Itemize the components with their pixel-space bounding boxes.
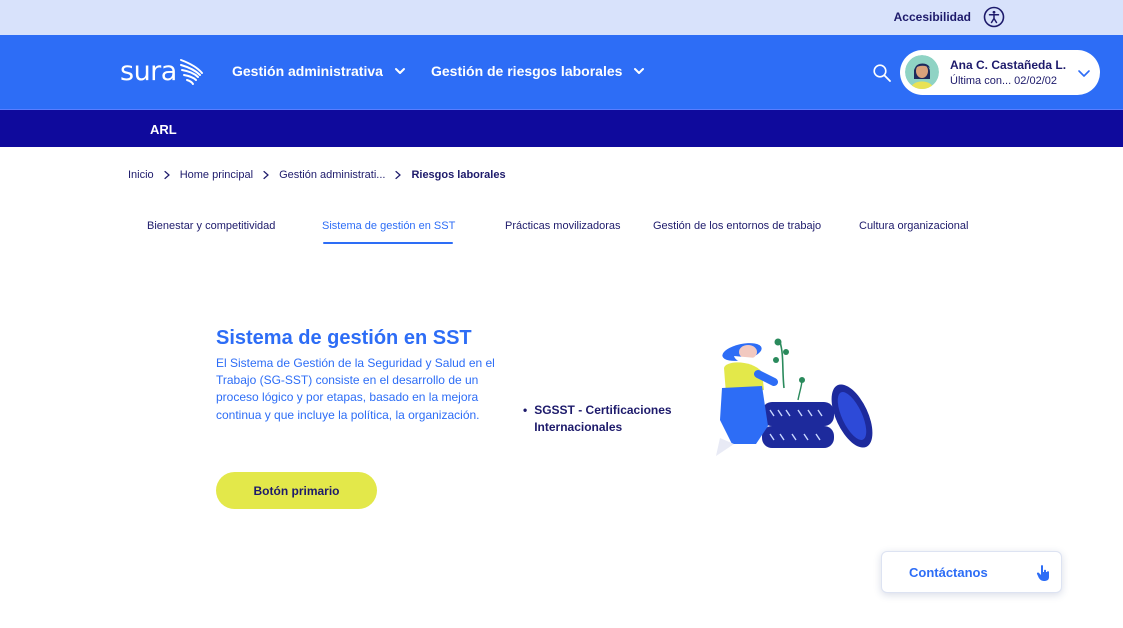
- sub-header: ARL: [0, 109, 1123, 147]
- chevron-right-icon: [263, 170, 269, 180]
- breadcrumb: Inicio Home principal Gestión administra…: [128, 169, 506, 181]
- tab-entornos[interactable]: Gestión de los entornos de trabajo: [653, 220, 821, 232]
- gardener-illustration: [716, 338, 873, 456]
- last-connection: Última con... 02/02/02: [950, 75, 1058, 87]
- list-item[interactable]: • SGSST - Certificaciones Internacionale…: [523, 402, 693, 436]
- nav-label: Gestión administrativa: [232, 63, 383, 79]
- user-menu[interactable]: Ana C. Castañeda L. Última con... 02/02/…: [900, 50, 1100, 95]
- tab-cultura[interactable]: Cultura organizacional: [859, 220, 968, 232]
- chevron-down-icon: [394, 68, 405, 74]
- active-tab-indicator: [323, 242, 453, 244]
- nav-label: Gestión de riesgos laborales: [431, 63, 623, 79]
- tab-bienestar[interactable]: Bienestar y competitividad: [147, 220, 275, 232]
- bullet-dot: •: [523, 403, 528, 417]
- section-title: Sistema de gestión en SST: [216, 327, 472, 349]
- breadcrumb-item[interactable]: Home principal: [180, 169, 253, 181]
- breadcrumb-current: Riesgos laborales: [411, 169, 506, 181]
- nav-gestion-administrativa[interactable]: Gestión administrativa: [232, 63, 407, 79]
- chevron-down-icon: [1078, 70, 1090, 77]
- contact-button[interactable]: Contáctanos: [881, 551, 1062, 593]
- avatar: [905, 55, 939, 89]
- logo-wing-icon: [179, 58, 203, 85]
- logo-text: sura: [120, 56, 177, 87]
- nav-gestion-riesgos[interactable]: Gestión de riesgos laborales: [431, 63, 646, 79]
- chevron-right-icon: [395, 170, 402, 180]
- tab-practicas[interactable]: Prácticas movilizadoras: [505, 220, 621, 232]
- accessibility-label: Accesibilidad: [893, 10, 971, 24]
- main-header: sura Gestión administrativa Gestión de r…: [0, 35, 1123, 109]
- contact-label: Contáctanos: [909, 565, 988, 580]
- search-icon[interactable]: [872, 63, 892, 83]
- list-item-label: SGSST - Certificaciones Internacionales: [534, 403, 672, 434]
- section-description: El Sistema de Gestión de la Seguridad y …: [216, 356, 495, 422]
- primary-button[interactable]: Botón primario: [216, 472, 377, 509]
- user-name: Ana C. Castañeda L.: [950, 58, 1067, 72]
- accessibility-icon: [983, 6, 1005, 28]
- chevron-down-icon: [634, 68, 645, 74]
- accessibility-bar: Accesibilidad: [0, 0, 1123, 35]
- hand-pointer-icon: [1036, 565, 1049, 581]
- chevron-right-icon: [164, 170, 170, 180]
- breadcrumb-item[interactable]: Inicio: [128, 169, 154, 181]
- arl-label[interactable]: ARL: [150, 122, 177, 137]
- sura-logo[interactable]: sura: [120, 56, 205, 87]
- breadcrumb-item[interactable]: Gestión administrati...: [279, 169, 385, 181]
- accessibility-link[interactable]: Accesibilidad: [894, 6, 1005, 28]
- tab-sistema-gestion[interactable]: Sistema de gestión en SST: [322, 220, 455, 232]
